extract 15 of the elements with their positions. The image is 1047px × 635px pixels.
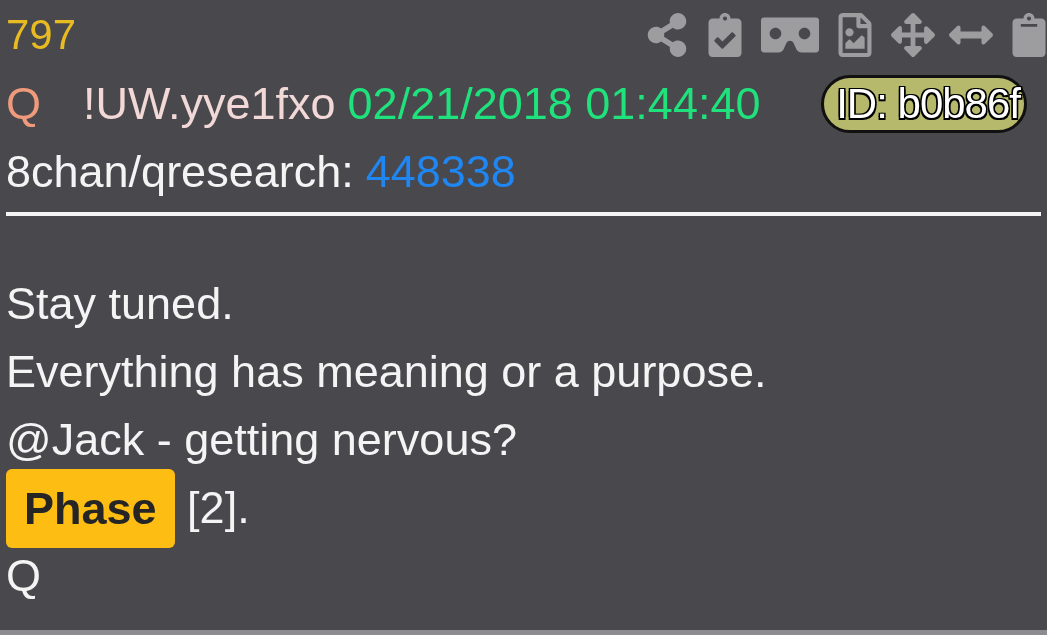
thread-link[interactable]: 448338 — [365, 146, 516, 198]
post-number: 797 — [6, 11, 77, 59]
post-text: Everything has meaning or a purpose. — [6, 346, 767, 398]
board-name: 8chan/qresearch: — [6, 146, 354, 198]
share-icon[interactable] — [645, 13, 689, 57]
post-text: Stay tuned. — [6, 278, 234, 330]
highlighted-word: Phase — [6, 468, 175, 548]
move-icon[interactable] — [891, 13, 935, 57]
post-text: @Jack - getting nervous? — [6, 414, 517, 466]
post-text: [2]. — [186, 482, 250, 534]
poster-id: ID: b0b86f — [821, 75, 1027, 133]
timestamp: 02/21/2018 01:44:40 — [347, 78, 761, 130]
post-text: Q — [6, 550, 41, 602]
author-name: Q — [6, 78, 41, 130]
tripcode: !UW.yye1fxo — [83, 78, 336, 130]
